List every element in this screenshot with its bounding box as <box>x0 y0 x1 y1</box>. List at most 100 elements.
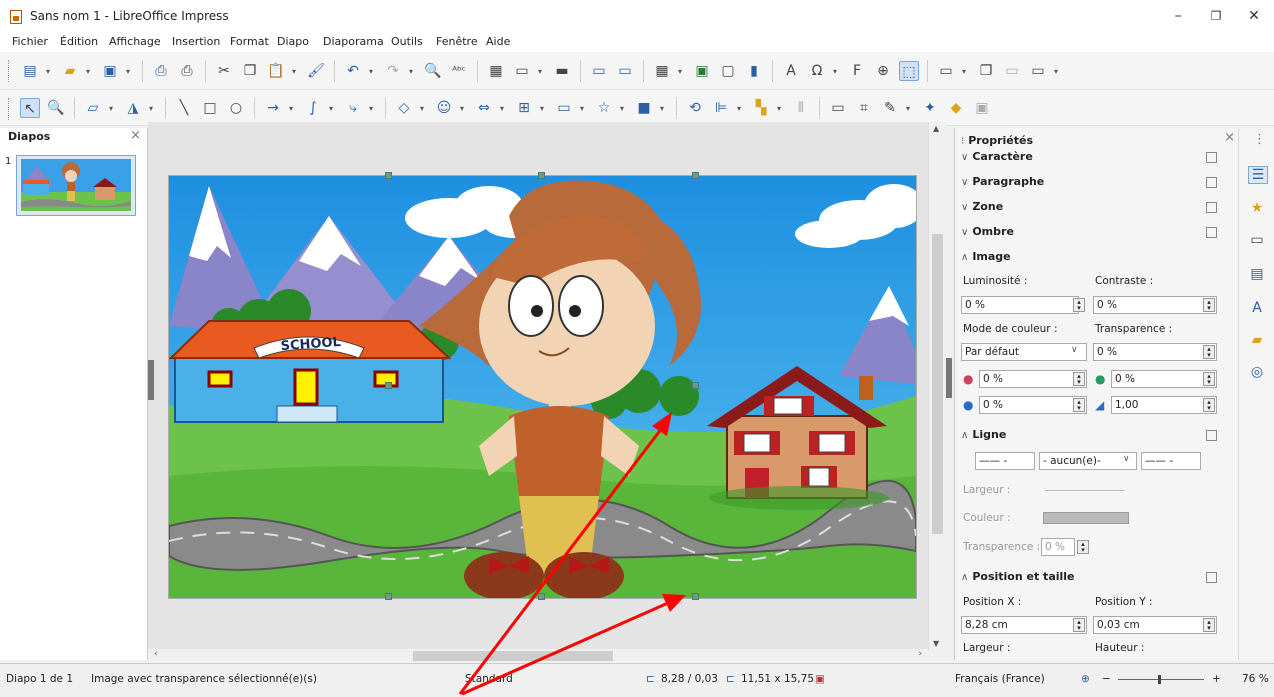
block-arrows-dropdown-icon[interactable]: ▾ <box>500 104 508 113</box>
toolbar-grip[interactable] <box>8 60 13 82</box>
find-replace-icon[interactable]: 🔍 <box>423 61 443 81</box>
properties-tab-icon[interactable]: ☰ <box>1248 166 1268 184</box>
selection-handle-left[interactable] <box>385 382 392 389</box>
insert-textbox-icon[interactable]: A <box>781 61 801 81</box>
red-channel-field[interactable]: 0 % <box>979 370 1087 388</box>
basic-shapes-icon[interactable]: ◇ <box>394 98 414 118</box>
contraste-spinner[interactable]: ▴ ▾ <box>1203 298 1215 312</box>
section-position[interactable]: ∧ Position et taille <box>961 570 1075 583</box>
paste-dropdown-icon[interactable]: ▾ <box>292 67 300 76</box>
line-color-select[interactable] <box>1043 512 1129 524</box>
toggle-extrusion-icon[interactable]: ▣ <box>972 98 992 118</box>
master-slide-icon[interactable]: ▬ <box>552 61 572 81</box>
save-dropdown-icon[interactable]: ▾ <box>126 67 134 76</box>
section-paragraphe[interactable]: ∨ Paragraphe <box>961 175 1044 188</box>
callouts-dropdown-icon[interactable]: ▾ <box>580 104 588 113</box>
symbol-shapes-dropdown-icon[interactable]: ▾ <box>460 104 468 113</box>
menu-affichage[interactable]: Affichage <box>109 35 161 48</box>
selection-handle-top-right[interactable] <box>692 172 699 179</box>
green-channel-field[interactable]: 0 % <box>1111 370 1217 388</box>
connectors-icon[interactable]: ⤷ <box>343 98 363 118</box>
restore-button[interactable]: ❐ <box>1204 6 1228 26</box>
glue-points-icon[interactable]: ◆ <box>946 98 966 118</box>
special-character-icon[interactable]: Ω <box>807 61 827 81</box>
menu-format[interactable]: Format <box>230 35 269 48</box>
section-image[interactable]: ∧ Image <box>961 250 1011 263</box>
export-pdf-icon[interactable]: ⎙ <box>151 61 171 81</box>
toolbar-grip[interactable] <box>8 98 13 120</box>
3d-objects-icon[interactable]: ■ <box>634 98 654 118</box>
insert-image-icon[interactable]: ▣ <box>692 61 712 81</box>
more-options-icon[interactable] <box>1206 227 1217 238</box>
line-style-select[interactable]: —— - <box>975 452 1035 470</box>
sidebar-close-icon[interactable]: × <box>1224 130 1235 145</box>
position-y-spinner[interactable]: ▴ ▾ <box>1203 618 1215 632</box>
line-transparency-spinner[interactable]: ▴ ▾ <box>1077 540 1089 554</box>
gamma-field[interactable]: 1,00 <box>1111 396 1217 414</box>
points-icon[interactable]: ✦ <box>920 98 940 118</box>
slide-transition-tab-icon[interactable]: ★ <box>1248 200 1266 216</box>
special-char-dropdown-icon[interactable]: ▾ <box>833 67 841 76</box>
views-dropdown-icon[interactable]: ▾ <box>538 67 546 76</box>
scroll-up-icon[interactable]: ▲ <box>933 124 939 133</box>
zoom-pan-icon[interactable]: 🔍 <box>46 98 66 118</box>
menu-insertion[interactable]: Insertion <box>172 35 220 48</box>
vertical-scroll-thumb[interactable] <box>932 234 943 534</box>
selection-handle-right[interactable] <box>692 382 699 389</box>
selection-handle-bottom-right[interactable] <box>692 593 699 600</box>
minimize-button[interactable]: – <box>1166 6 1190 26</box>
section-ligne[interactable]: ∧ Ligne <box>961 428 1006 441</box>
slide-image[interactable]: SCHOOL <box>169 176 916 598</box>
stars-icon[interactable]: ☆ <box>594 98 614 118</box>
scroll-right-icon[interactable]: › <box>918 649 922 659</box>
more-options-icon[interactable] <box>1206 572 1217 583</box>
flowchart-icon[interactable]: ⊞ <box>514 98 534 118</box>
more-options-icon[interactable] <box>1206 430 1217 441</box>
menu-fichier[interactable]: Fichier <box>12 35 48 48</box>
menu-fenetre[interactable]: Fenêtre <box>436 35 478 48</box>
filter-icon[interactable]: ✎ <box>880 98 900 118</box>
grid-icon[interactable]: ▦ <box>486 61 506 81</box>
undo-icon[interactable]: ↶ <box>343 61 363 81</box>
slide-canvas[interactable]: SCHOOL <box>168 175 917 599</box>
zoom-in-icon[interactable]: + <box>1212 673 1221 685</box>
status-language[interactable]: Français (France) <box>955 673 1045 685</box>
collapse-sidebar-handle[interactable] <box>946 358 952 398</box>
flowchart-dropdown-icon[interactable]: ▾ <box>540 104 548 113</box>
navigator-tab-icon[interactable]: ◎ <box>1248 364 1266 380</box>
new-slide-icon[interactable]: ▭ <box>936 61 956 81</box>
position-x-field[interactable]: 8,28 cm <box>961 616 1087 634</box>
scroll-left-icon[interactable]: ‹ <box>154 649 158 659</box>
align-objects-icon[interactable]: ⊫ <box>711 98 731 118</box>
section-caractere[interactable]: ∨ Caractère <box>961 150 1033 163</box>
curves-dropdown-icon[interactable]: ▾ <box>329 104 337 113</box>
menu-edition[interactable]: Édition <box>60 35 98 48</box>
fill-color-dropdown-icon[interactable]: ▾ <box>149 104 157 113</box>
close-button[interactable]: ✕ <box>1242 6 1266 26</box>
redo-dropdown-icon[interactable]: ▾ <box>409 67 417 76</box>
arrange-dropdown-icon[interactable]: ▾ <box>777 104 785 113</box>
new-dropdown-icon[interactable]: ▾ <box>46 67 54 76</box>
more-options-icon[interactable] <box>1206 202 1217 213</box>
horizontal-scrollbar[interactable]: ‹ › <box>148 649 928 663</box>
layout-dropdown-icon[interactable]: ▾ <box>1054 67 1062 76</box>
connectors-dropdown-icon[interactable]: ▾ <box>369 104 377 113</box>
selection-handle-bottom[interactable] <box>538 593 545 600</box>
insert-table-icon[interactable]: ▦ <box>652 61 672 81</box>
styles-tab-icon[interactable]: A <box>1248 300 1266 316</box>
undo-dropdown-icon[interactable]: ▾ <box>369 67 377 76</box>
slides-pane-close-icon[interactable]: × <box>130 128 141 143</box>
select-pointer-icon[interactable]: ↖ <box>20 98 40 118</box>
scroll-down-icon[interactable]: ▼ <box>933 639 939 648</box>
crop-image-icon[interactable]: ⌗ <box>854 98 874 118</box>
blue-channel-field[interactable]: 0 % <box>979 396 1087 414</box>
distribute-icon[interactable]: ⫴ <box>791 98 811 118</box>
symbol-shapes-icon[interactable]: ☺ <box>434 98 454 118</box>
color-mode-select[interactable]: Par défaut <box>961 343 1087 361</box>
green-spinner[interactable]: ▴ ▾ <box>1203 372 1215 386</box>
selection-handle-top[interactable] <box>538 172 545 179</box>
3d-dropdown-icon[interactable]: ▾ <box>660 104 668 113</box>
callouts-icon[interactable]: ▭ <box>554 98 574 118</box>
transparence-field[interactable]: 0 % <box>1093 343 1217 361</box>
show-draw-functions-icon[interactable]: ⬚ <box>899 61 919 81</box>
